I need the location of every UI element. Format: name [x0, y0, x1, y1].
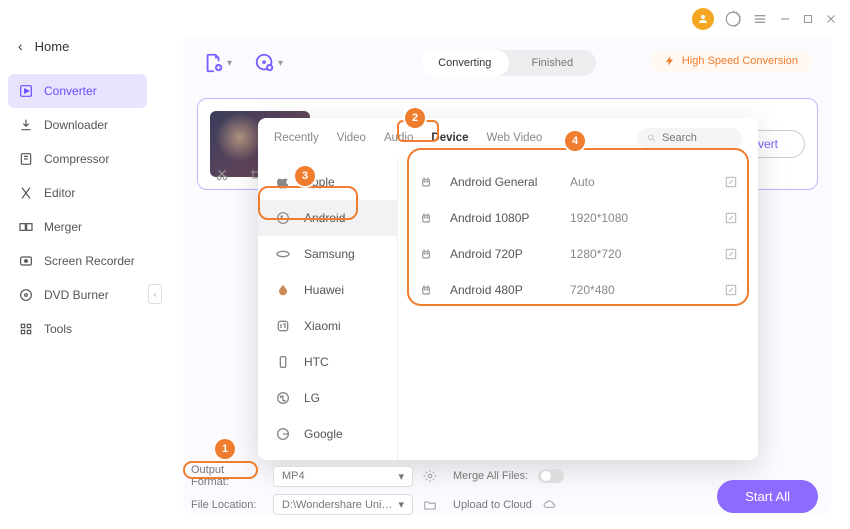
sidebar-item-converter[interactable]: Converter — [8, 74, 147, 108]
file-location-label: File Location: — [191, 499, 263, 511]
brand-item-samsung[interactable]: Samsung — [258, 236, 397, 272]
sidebar-item-label: Converter — [44, 84, 97, 98]
sidebar-item-label: Tools — [44, 322, 72, 336]
sidebar-item-label: Merger — [44, 220, 82, 234]
gear-icon[interactable] — [423, 469, 437, 483]
upload-label: Upload to Cloud — [453, 499, 532, 511]
htc-icon — [274, 353, 292, 371]
preset-row[interactable]: Android 1080P1920*1080 — [402, 200, 754, 236]
huawei-icon — [274, 281, 292, 299]
disc-plus-icon — [254, 52, 276, 74]
sidebar-item-label: Screen Recorder — [44, 254, 135, 268]
dvd-icon — [18, 287, 34, 303]
tab-web-video[interactable]: Web Video — [486, 130, 542, 146]
sidebar-item-label: DVD Burner — [44, 288, 109, 302]
sidebar-item-screen-recorder[interactable]: Screen Recorder — [8, 244, 147, 278]
search-input[interactable] — [662, 132, 732, 144]
brand-item-xiaomi[interactable]: Xiaomi — [258, 308, 397, 344]
tab-audio[interactable]: Audio — [384, 130, 413, 146]
avatar[interactable] — [692, 8, 714, 30]
android-icon — [418, 282, 436, 298]
file-plus-icon — [203, 52, 225, 74]
status-segmented[interactable]: Converting Finished — [421, 50, 596, 76]
maximize-icon[interactable] — [802, 13, 814, 25]
editor-icon — [18, 185, 34, 201]
add-disc-button[interactable]: ▾ — [254, 52, 283, 74]
sidebar-item-label: Editor — [44, 186, 75, 200]
start-all-button[interactable]: Start All — [717, 480, 818, 513]
android-icon — [418, 174, 436, 190]
preset-row[interactable]: Android GeneralAuto — [402, 164, 754, 200]
close-icon[interactable] — [824, 12, 838, 26]
brand-item-huawei[interactable]: Huawei — [258, 272, 397, 308]
android-icon — [274, 209, 292, 227]
tools-icon — [18, 321, 34, 337]
high-speed-badge[interactable]: High Speed Conversion — [650, 50, 812, 72]
tab-device[interactable]: Device — [431, 130, 468, 146]
brand-item-htc[interactable]: HTC — [258, 344, 397, 380]
brand-item-apple[interactable]: Apple — [258, 164, 397, 200]
edit-icon[interactable] — [724, 247, 738, 261]
file-location-select[interactable]: D:\Wondershare UniConverter 1▾ — [273, 494, 413, 515]
format-dropdown: Recently Video Audio Device Web Video Ap… — [258, 118, 758, 460]
search-box[interactable] — [637, 128, 742, 148]
converter-icon — [18, 83, 34, 99]
sidebar-item-downloader[interactable]: Downloader — [8, 108, 147, 142]
bolt-icon — [664, 55, 676, 67]
merger-icon — [18, 219, 34, 235]
edit-icon[interactable] — [724, 175, 738, 189]
sidebar-item-label: Compressor — [44, 152, 109, 166]
android-icon — [418, 246, 436, 262]
sidebar-item-compressor[interactable]: Compressor — [8, 142, 147, 176]
preset-row[interactable]: Android 480P720*480 — [402, 272, 754, 308]
edit-icon[interactable] — [724, 283, 738, 297]
add-file-button[interactable]: ▾ — [203, 52, 232, 74]
merge-toggle[interactable] — [538, 469, 564, 483]
tab-video[interactable]: Video — [337, 130, 366, 146]
sidebar-item-dvd-burner[interactable]: DVD Burner — [8, 278, 147, 312]
search-icon — [647, 132, 656, 144]
chevron-left-icon: ‹ — [18, 38, 23, 54]
sidebar-item-tools[interactable]: Tools — [8, 312, 147, 346]
merge-label: Merge All Files: — [453, 470, 528, 482]
brand-item-lg[interactable]: LG — [258, 380, 397, 416]
callout-3: 3 — [295, 166, 315, 186]
menu-icon[interactable] — [752, 11, 768, 27]
sidebar-collapse-handle[interactable]: ‹ — [148, 284, 162, 304]
google-icon — [274, 425, 292, 443]
callout-1: 1 — [215, 439, 235, 459]
help-icon[interactable] — [724, 10, 742, 28]
cloud-icon[interactable] — [542, 498, 558, 512]
callout-2: 2 — [405, 108, 425, 128]
chevron-down-icon: ▾ — [398, 498, 404, 511]
download-icon — [18, 117, 34, 133]
preset-row[interactable]: Android 720P1280*720 — [402, 236, 754, 272]
output-format-label: Output Format: — [191, 464, 263, 488]
sidebar-item-merger[interactable]: Merger — [8, 210, 147, 244]
xiaomi-icon — [274, 317, 292, 335]
sidebar-item-editor[interactable]: Editor — [8, 176, 147, 210]
brand-item-android[interactable]: Android — [258, 200, 397, 236]
samsung-icon — [274, 245, 292, 263]
android-icon — [418, 210, 436, 226]
compressor-icon — [18, 151, 34, 167]
cut-icon[interactable] — [215, 168, 229, 182]
back-button[interactable]: ‹ Home — [8, 30, 147, 62]
lg-icon — [274, 389, 292, 407]
tab-recently[interactable]: Recently — [274, 130, 319, 146]
minimize-icon[interactable] — [778, 12, 792, 26]
recorder-icon — [18, 253, 34, 269]
seg-converting[interactable]: Converting — [421, 50, 509, 76]
back-label: Home — [35, 39, 70, 54]
apple-icon — [274, 173, 292, 191]
callout-4: 4 — [565, 131, 585, 151]
edit-icon[interactable] — [724, 211, 738, 225]
brand-item-google[interactable]: Google — [258, 416, 397, 452]
seg-finished[interactable]: Finished — [509, 50, 597, 76]
chevron-down-icon: ▾ — [398, 470, 404, 483]
sidebar-item-label: Downloader — [44, 118, 108, 132]
output-format-select[interactable]: MP4▾ — [273, 466, 413, 487]
folder-icon[interactable] — [423, 498, 437, 512]
